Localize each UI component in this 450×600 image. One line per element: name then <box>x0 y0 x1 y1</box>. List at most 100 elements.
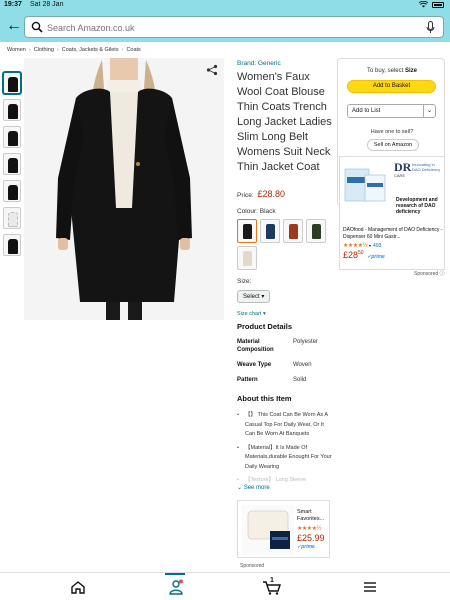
size-chart-link[interactable]: Size chart ▾ <box>237 311 333 317</box>
prime-badge: ✓prime <box>367 254 385 260</box>
breadcrumb: Women › Clothing › Coats, Jackets & Gilets… <box>7 47 141 53</box>
swatch-fill <box>243 251 252 266</box>
size-chart-label: Size chart <box>237 311 262 317</box>
thumbnail[interactable] <box>3 153 21 175</box>
brand-link[interactable]: Brand: Generic <box>237 60 333 67</box>
pillowcase-image <box>242 505 294 555</box>
coat-model-illustration <box>24 58 224 320</box>
detail-label: Pattern <box>237 377 258 383</box>
info-icon[interactable]: ⓘ <box>440 271 445 277</box>
detail-label: Material Composition <box>237 339 274 353</box>
logo-sub: CARE <box>394 173 406 178</box>
cart-button[interactable]: 1 <box>262 577 282 595</box>
add-to-list-dropdown[interactable]: Add to List ⌄ <box>347 104 436 118</box>
star-rating-icon: ★★★★½ <box>343 243 368 249</box>
status-date: Sat 28 Jan <box>30 1 64 8</box>
price-value: £28.80 <box>257 189 285 199</box>
chevron-down-icon: ⌄ <box>237 485 243 491</box>
wifi-icon <box>419 1 428 8</box>
size-label: Size: <box>237 278 252 285</box>
colour-label: Colour: <box>237 208 258 215</box>
breadcrumb-item[interactable]: Coats <box>126 47 140 53</box>
battery-icon <box>432 1 444 8</box>
sponsored-ad[interactable]: Smart Favorites... ★★★★½ £25.99 ✓prime <box>237 500 330 558</box>
breadcrumb-item[interactable]: Women <box>7 47 26 53</box>
thumbnail[interactable] <box>3 126 21 148</box>
search-input[interactable] <box>47 20 417 35</box>
sponsored-ad[interactable]: DR CARE Innovating in DAO Deficiency Dev… <box>339 156 445 270</box>
chevron-down-icon[interactable]: ⌄ <box>423 105 435 117</box>
thumbnail[interactable] <box>3 72 21 94</box>
ad-price: £25.99 <box>297 533 325 543</box>
status-time: 19:37 <box>4 1 22 8</box>
image-thumbnails <box>3 72 23 261</box>
colour-swatch[interactable] <box>283 219 303 243</box>
colour-row: Colour: Black <box>237 208 333 215</box>
size-dropdown[interactable]: Select ▾ <box>237 290 271 303</box>
swatch-fill <box>312 224 321 239</box>
price-label: Price: <box>237 192 254 199</box>
home-icon[interactable] <box>68 579 88 595</box>
colour-swatch[interactable] <box>260 219 280 243</box>
search-bar[interactable] <box>24 16 444 38</box>
ad-rating: ★★★★½ ▾ 493 <box>343 242 381 250</box>
sponsored-text: Sponsored <box>414 271 439 277</box>
see-more-label: See more <box>243 485 270 491</box>
about-item-heading: About this Item <box>237 394 292 403</box>
bottom-navigation: 1 <box>0 572 450 600</box>
have-one-to-sell-text: Have one to sell? <box>370 129 414 135</box>
supplement-box-image <box>344 168 386 202</box>
breadcrumb-separator: › <box>121 47 124 53</box>
microphone-icon[interactable] <box>426 21 435 34</box>
swatch-fill <box>243 224 252 239</box>
chevron-down-icon: ▾ <box>263 311 266 317</box>
colour-swatch[interactable] <box>306 219 326 243</box>
ad-price-whole: 28 <box>348 250 359 260</box>
detail-row: Pattern Solid <box>237 376 333 384</box>
colour-swatch[interactable] <box>237 246 257 270</box>
product-main-image[interactable] <box>24 58 224 320</box>
colour-value: Black <box>259 208 276 215</box>
product-details-heading: Product Details <box>237 322 293 331</box>
price-row: Price: £28.80 <box>237 189 333 199</box>
see-more-link[interactable]: ⌄ See more <box>237 484 333 491</box>
detail-row: Weave Type Woven <box>237 361 333 369</box>
star-rating-icon: ★★★★½ <box>297 526 322 532</box>
profile-icon[interactable] <box>166 579 186 595</box>
active-tab-indicator <box>165 573 185 575</box>
breadcrumb-item[interactable]: Coats, Jackets & Gilets <box>62 47 119 53</box>
logo-tagline: Innovating in DAO Deficiency <box>412 162 441 172</box>
detail-value: Solid <box>293 377 307 383</box>
back-arrow-icon[interactable]: ← <box>6 18 22 34</box>
menu-icon[interactable] <box>360 579 380 595</box>
product-info: Brand: Generic Women's Faux Wool Coat Bl… <box>237 58 333 491</box>
chevron-down-icon: ▾ <box>369 243 372 248</box>
thumbnail[interactable] <box>3 207 21 229</box>
sponsored-label: Sponsored <box>240 563 265 569</box>
thumbnail[interactable] <box>3 234 21 256</box>
about-bullets: 【】 This Coat Can Be Worn As A Casual Top… <box>237 411 333 482</box>
about-bullet: 【Texture】 Long Sleeve <box>237 476 333 482</box>
prime-label: prime <box>371 254 385 260</box>
product-title: Women's Faux Wool Coat Blouse Thin Coats… <box>237 71 332 173</box>
sell-on-amazon-button[interactable]: Sell on Amazon <box>367 139 419 151</box>
breadcrumb-separator: › <box>28 47 31 53</box>
thumbnail[interactable] <box>3 99 21 121</box>
share-icon[interactable] <box>206 64 218 76</box>
status-icons <box>419 1 444 8</box>
ad-description: DAOfood - Management of DAO Deficiency -… <box>343 227 443 240</box>
breadcrumb-item[interactable]: Clothing <box>34 47 54 53</box>
detail-value: Woven <box>293 362 312 368</box>
ad-price-fraction: 50 <box>358 250 364 256</box>
add-to-basket-button[interactable]: Add to Basket <box>347 80 436 93</box>
status-bar: 19:37 Sat 28 Jan <box>0 0 450 12</box>
about-bullet: 【Material】It Is Made Of Materials,durabl… <box>237 444 333 473</box>
size-dropdown-value: Select <box>243 294 260 300</box>
detail-label: Weave Type <box>237 362 272 368</box>
colour-swatch[interactable] <box>237 219 257 243</box>
thumbnail[interactable] <box>3 180 21 202</box>
search-icon <box>31 21 43 33</box>
header: ← <box>0 12 450 42</box>
swatch-fill <box>289 224 298 239</box>
brand-logo: DR CARE Innovating in DAO Deficiency <box>394 161 444 185</box>
